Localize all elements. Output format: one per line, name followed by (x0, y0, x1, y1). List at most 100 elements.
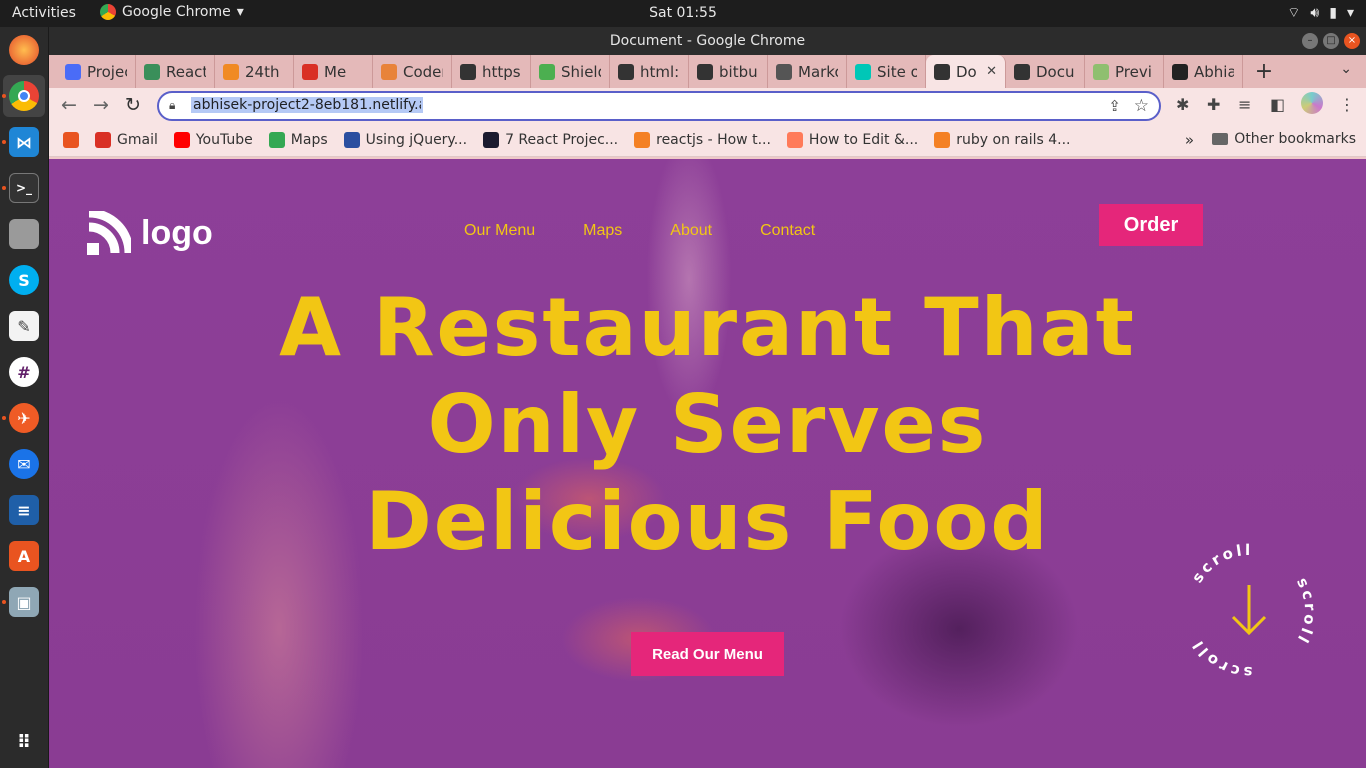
read-menu-button[interactable]: Read Our Menu (631, 632, 784, 676)
firefox-icon[interactable] (9, 35, 39, 65)
tab-1[interactable]: React (136, 55, 215, 88)
minimize-button[interactable]: – (1302, 33, 1318, 49)
tab-12[interactable]: Docu (1006, 55, 1085, 88)
tab-favicon-icon (1014, 63, 1030, 80)
files-icon[interactable] (9, 219, 39, 249)
skype-icon[interactable]: S (9, 265, 39, 295)
tab-8[interactable]: bitbu (689, 55, 768, 88)
tab-title: https (482, 62, 521, 81)
extensions-puzzle-icon[interactable]: ✚ (1207, 95, 1220, 114)
image-viewer-icon[interactable]: ▣ (9, 587, 39, 617)
url-input[interactable] (191, 97, 423, 113)
bookmark-label: Maps (290, 132, 328, 148)
bookmark-label: YouTube (195, 132, 253, 148)
running-indicator (2, 416, 6, 420)
maps-icon (268, 132, 285, 148)
bookmarks-overflow-icon[interactable]: » (1185, 131, 1194, 149)
svg-text:scroll: scroll (1293, 575, 1319, 649)
activities-button[interactable]: Activities (12, 5, 76, 21)
vscode-icon[interactable]: ⋈ (9, 127, 39, 157)
show-apps-icon[interactable]: ⠿ (9, 727, 39, 757)
tab-4[interactable]: Coder (373, 55, 452, 88)
software-center-icon[interactable]: A (9, 541, 39, 571)
nav-about[interactable]: About (670, 222, 712, 240)
bookmarks-bar: Gmail YouTube Maps Using jQuery... 7 React P… (49, 124, 1366, 157)
bookmark-item[interactable]: ruby on rails 4... (934, 132, 1071, 148)
tab-favicon-icon (1172, 63, 1188, 80)
forward-button[interactable]: → (93, 94, 109, 116)
bookmark-item[interactable] (63, 132, 79, 148)
battery-icon: ▮ (1329, 5, 1337, 21)
tab-favicon-icon (460, 63, 476, 80)
nav-our-menu[interactable]: Our Menu (464, 222, 535, 240)
text-editor-icon[interactable]: ✎ (9, 311, 39, 341)
browser-toolbar: ← → ↻ 🔒︎ ⇪ ☆ ✱ ✚ ≡ ◧ ⋮ (49, 88, 1366, 124)
chrome-icon[interactable] (9, 81, 39, 111)
lock-icon[interactable]: 🔒︎ (169, 98, 175, 113)
tab-title: bitbu (719, 62, 758, 81)
media-controls-icon[interactable]: ≡ (1238, 95, 1251, 114)
tab-favicon-icon (1093, 63, 1109, 80)
bookmark-item[interactable]: YouTube (173, 132, 253, 148)
chrome-icon (100, 4, 116, 20)
close-button[interactable]: × (1344, 33, 1360, 49)
extension-bug-icon[interactable]: ✱ (1176, 95, 1189, 114)
bookmark-item[interactable]: Using jQuery... (343, 132, 467, 148)
thunderbird-icon[interactable]: ✉ (9, 449, 39, 479)
writer-icon[interactable]: ≡ (9, 495, 39, 525)
system-top-bar: Activities Google Chrome ▾ Sat 01:55 ⌔ 🔊… (0, 0, 1366, 27)
tab-10[interactable]: Site o (847, 55, 926, 88)
tab-title: Project (87, 62, 127, 81)
side-panel-icon[interactable]: ◧ (1270, 95, 1285, 114)
other-bookmarks[interactable]: Other bookmarks (1212, 131, 1356, 147)
svg-text:scroll: scroll (1188, 541, 1253, 586)
bookmark-item[interactable]: Maps (268, 132, 328, 148)
maximize-button[interactable]: □ (1323, 33, 1339, 49)
tab-0[interactable]: Project (57, 55, 136, 88)
postman-icon[interactable]: ✈ (9, 403, 39, 433)
tab-13[interactable]: Previ (1085, 55, 1164, 88)
bookmark-item[interactable]: reactjs - How t... (634, 132, 771, 148)
hubspot-icon (786, 132, 803, 148)
nav-contact[interactable]: Contact (760, 222, 815, 240)
scroll-indicator[interactable]: scroll scroll scroll (1179, 541, 1319, 681)
address-bar[interactable]: 🔒︎ ⇪ ☆ (157, 91, 1161, 121)
bookmark-item[interactable]: Gmail (95, 132, 158, 148)
window-titlebar[interactable]: Document - Google Chrome – □ × (49, 27, 1366, 55)
bookmark-item[interactable]: 7 React Projec... (483, 132, 618, 148)
tab-favicon-icon (381, 63, 397, 80)
reload-button[interactable]: ↻ (125, 94, 141, 116)
terminal-icon[interactable]: >_ (9, 173, 39, 203)
share-icon[interactable]: ⇪ (1108, 97, 1121, 115)
profile-avatar[interactable] (1301, 92, 1323, 114)
new-tab-button[interactable]: + (1249, 59, 1279, 84)
tab-3[interactable]: Me (294, 55, 373, 88)
volume-icon: 🔊︎ (1310, 5, 1320, 21)
app-menu[interactable]: Google Chrome ▾ (100, 4, 244, 20)
nav-maps[interactable]: Maps (583, 222, 622, 240)
tab-11[interactable]: Do ✕ (926, 55, 1006, 88)
tab-14[interactable]: Abhia (1164, 55, 1243, 88)
back-button[interactable]: ← (61, 94, 77, 116)
tab-6[interactable]: Shield (531, 55, 610, 88)
order-button[interactable]: Order (1099, 204, 1203, 246)
site-nav: Our Menu Maps About Contact (464, 222, 815, 240)
tab-9[interactable]: Marko (768, 55, 847, 88)
scroll-arrow-icon (1231, 585, 1267, 636)
menu-kebab-icon[interactable]: ⋮ (1339, 95, 1355, 114)
bookmark-star-icon[interactable]: ☆ (1134, 96, 1149, 116)
clock[interactable]: Sat 01:55 (649, 5, 717, 21)
hero-headline: A Restaurant That Only Serves Delicious … (49, 279, 1366, 570)
slack-icon[interactable]: # (9, 357, 39, 387)
bookmark-item[interactable]: How to Edit &... (786, 132, 918, 148)
tab-2[interactable]: 24th (215, 55, 294, 88)
tab-search-chevron-icon[interactable]: ⌄ (1340, 61, 1352, 77)
folder-icon (1212, 133, 1229, 145)
tab-5[interactable]: https (452, 55, 531, 88)
system-tray[interactable]: ⌔ 🔊︎ ▮ ▾ (1287, 4, 1354, 22)
tab-close-icon[interactable]: ✕ (986, 64, 997, 79)
app-name: Google Chrome (122, 4, 231, 20)
tab-7[interactable]: html: (610, 55, 689, 88)
site-logo[interactable]: logo (87, 211, 213, 255)
bookmark-label: Gmail (117, 132, 158, 148)
